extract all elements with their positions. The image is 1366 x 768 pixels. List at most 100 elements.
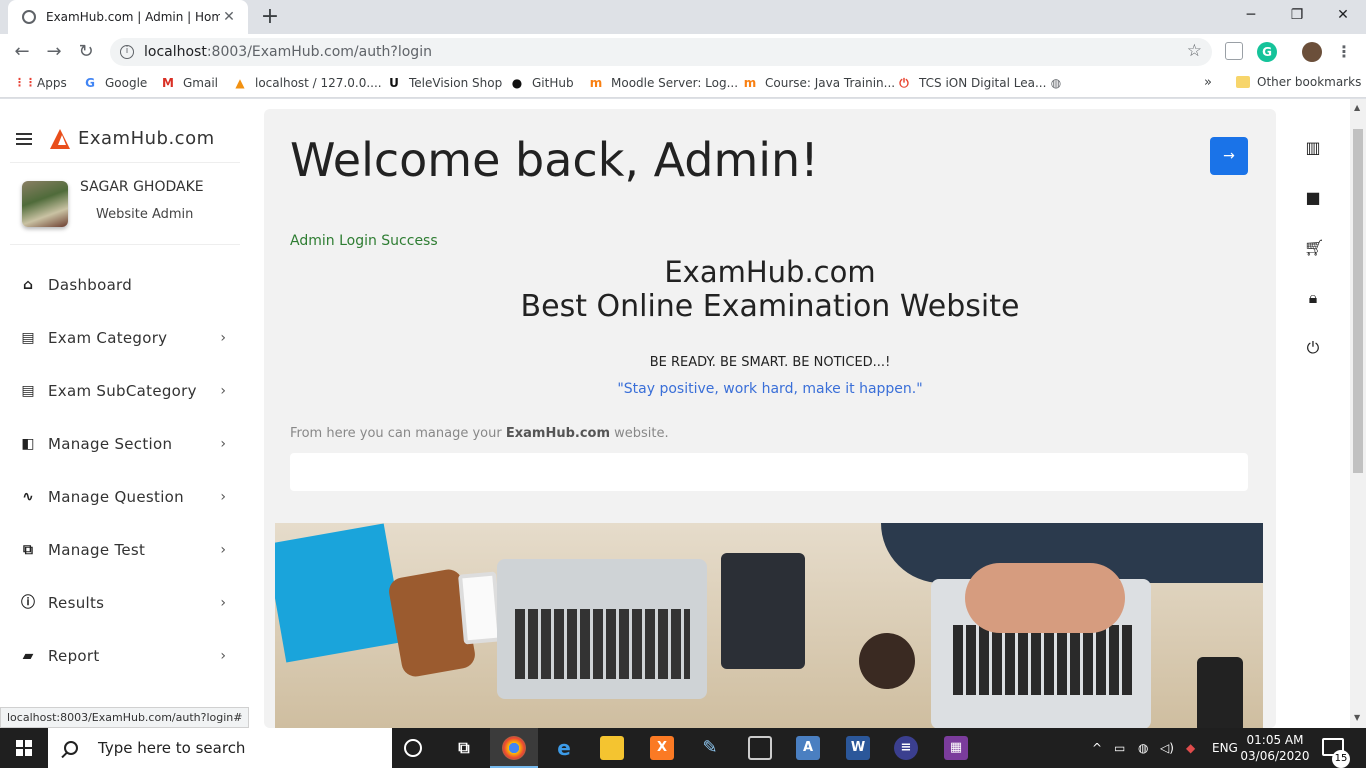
arrow-right-button[interactable]: → — [1210, 137, 1248, 175]
reload-button[interactable]: ↻ — [74, 40, 98, 64]
chevron-right-icon: › — [220, 542, 226, 558]
sidebar-item-manage-question[interactable]: ∿ Manage Question › — [10, 477, 240, 517]
forward-button[interactable]: → — [42, 40, 66, 64]
sidebar-item-exam-subcategory[interactable]: ▤ Exam SubCategory › — [10, 371, 240, 411]
sidebar-item-dashboard[interactable]: ⌂ Dashboard — [10, 265, 240, 305]
brand-header: ExamHub.com — [10, 115, 240, 163]
report-icon: ▰ — [22, 648, 34, 664]
question-icon: ∿ — [22, 489, 34, 505]
show-hidden-icons[interactable]: ^ — [1092, 728, 1102, 768]
cart-icon[interactable]: 🛒︎ — [1304, 239, 1324, 257]
game-icon[interactable]: ▦ — [944, 736, 968, 760]
sidebar-item-results[interactable]: ⓘ Results › — [10, 583, 240, 623]
bookmark-localhost[interactable]: ▲ localhost / 127.0.0.... — [232, 75, 382, 91]
globe-icon — [22, 10, 36, 24]
bookmark-apps[interactable]: ⋮⋮ Apps — [14, 75, 67, 91]
status-bar-url: localhost:8003/ExamHub.com/auth?login# — [0, 707, 250, 728]
bookmark-gmail[interactable]: M Gmail — [160, 75, 218, 91]
grammarly-icon[interactable]: G — [1257, 42, 1277, 62]
page-scrollbar[interactable]: ▲ ▼ — [1350, 99, 1366, 728]
manage-note-suffix: website. — [610, 426, 669, 441]
browser-tab-strip: ExamHub.com | Admin | Home ✕ + ─ ❐ ✕ — [0, 0, 1366, 34]
sidebar-item-manage-section[interactable]: ◧ Manage Section › — [10, 424, 240, 464]
power-icon[interactable]: ⏻ — [1304, 339, 1322, 357]
taskbar-search[interactable]: Type here to search — [48, 728, 392, 768]
xampp-icon[interactable]: X — [650, 736, 674, 760]
chevron-right-icon: › — [220, 383, 226, 399]
menu-kebab-icon[interactable]: ⋮ — [1334, 42, 1354, 62]
folder-icon[interactable]: ■ — [1304, 189, 1322, 207]
battery-icon[interactable]: ▭ — [1114, 728, 1125, 768]
hamburger-menu-icon[interactable] — [16, 130, 32, 148]
scroll-up-icon[interactable]: ▲ — [1354, 103, 1360, 112]
sidebar-item-manage-test[interactable]: ⧉ Manage Test › — [10, 530, 240, 570]
bookmark-moodle-server[interactable]: m Moodle Server: Log... — [588, 75, 738, 91]
browser-tab[interactable]: ExamHub.com | Admin | Home ✕ — [8, 0, 248, 34]
bar-chart-icon[interactable]: ▥ — [1304, 139, 1322, 157]
web-page: ExamHub.com SAGAR GHODAKE Website Admin … — [0, 99, 1350, 728]
bookmark-label: TCS iON Digital Lea... — [919, 76, 1047, 90]
app-window-icon[interactable] — [748, 736, 772, 760]
section-icon: ◧ — [21, 436, 35, 452]
chevron-right-icon: › — [220, 489, 226, 505]
other-bookmarks[interactable]: Other bookmarks — [1236, 75, 1361, 89]
start-button[interactable] — [0, 728, 48, 768]
word-icon[interactable]: W — [846, 736, 870, 760]
brand-name[interactable]: ExamHub.com — [78, 128, 215, 149]
bookmark-java-training[interactable]: m Course: Java Trainin... — [742, 75, 895, 91]
windows-icon — [16, 740, 32, 756]
close-window-button[interactable]: ✕ — [1320, 0, 1366, 30]
apps-grid-icon: ⋮⋮ — [14, 76, 36, 89]
back-button[interactable]: ← — [10, 40, 34, 64]
network-icon[interactable]: ◍ — [1138, 728, 1148, 768]
bookmark-television-shop[interactable]: U TeleVision Shop — [386, 75, 502, 91]
sidebar: ExamHub.com SAGAR GHODAKE Website Admin … — [0, 99, 252, 728]
restore-button[interactable]: ❐ — [1274, 0, 1320, 30]
chrome-icon[interactable] — [502, 736, 526, 760]
taskbar-clock[interactable]: 01:05 AM 03/06/2020 — [1240, 732, 1310, 764]
photos-icon[interactable]: A — [796, 736, 820, 760]
bookmark-star-icon[interactable]: ☆ — [1187, 41, 1202, 61]
bookmark-label: Course: Java Trainin... — [765, 76, 896, 90]
bookmark-globe[interactable]: ◍ — [1048, 75, 1071, 91]
file-explorer-icon[interactable] — [600, 736, 624, 760]
edge-icon[interactable]: e — [552, 736, 576, 760]
chevron-right-icon: › — [220, 330, 226, 346]
sidebar-item-label: Manage Section — [48, 435, 173, 453]
close-tab-icon[interactable]: ✕ — [220, 9, 238, 25]
url-path: :8003/ExamHub.com/auth?login — [206, 44, 432, 60]
address-bar[interactable]: i localhost :8003/ExamHub.com/auth?login… — [110, 38, 1212, 66]
more-bookmarks-button[interactable]: » — [1204, 75, 1212, 90]
language-indicator[interactable]: ENG — [1212, 728, 1238, 768]
task-view-icon[interactable]: ⧉ — [452, 736, 476, 760]
gmail-icon: M — [162, 76, 174, 90]
tab-title: ExamHub.com | Admin | Home — [46, 10, 220, 24]
bookmark-label: Google — [105, 76, 148, 90]
volume-icon[interactable]: ◁) — [1160, 728, 1174, 768]
scroll-down-icon[interactable]: ▼ — [1354, 713, 1360, 722]
new-tab-button[interactable]: + — [258, 5, 282, 29]
security-icon[interactable]: ◆ — [1186, 728, 1195, 768]
sidebar-item-exam-category[interactable]: ▤ Exam Category › — [10, 318, 240, 358]
scroll-thumb[interactable] — [1353, 129, 1363, 473]
profile-avatar-icon[interactable] — [1302, 42, 1322, 62]
bookmark-tcs-ion[interactable]: ⏻ TCS iON Digital Lea... — [896, 75, 1046, 91]
cortana-icon[interactable] — [404, 739, 422, 757]
lock-icon[interactable]: 🔒︎ — [1304, 289, 1322, 307]
bookmark-label: localhost / 127.0.0.... — [255, 76, 382, 90]
chevron-right-icon: › — [220, 595, 226, 611]
bookmark-github[interactable]: ● GitHub — [509, 75, 574, 91]
sidebar-item-report[interactable]: ▰ Report › — [10, 636, 240, 676]
extension-icon[interactable] — [1225, 42, 1243, 60]
minimize-button[interactable]: ─ — [1228, 0, 1274, 30]
eclipse-icon[interactable]: ≡ — [894, 736, 918, 760]
bookmark-label: GitHub — [532, 76, 574, 90]
sidebar-item-label: Exam Category — [48, 329, 168, 347]
paint-icon[interactable]: ✎ — [698, 736, 722, 760]
search-icon — [64, 741, 78, 755]
bookmark-google[interactable]: G Google — [82, 75, 147, 91]
site-info-icon[interactable]: i — [120, 45, 134, 59]
bookmark-label: Apps — [37, 76, 67, 90]
clock-date: 03/06/2020 — [1240, 749, 1310, 763]
sidebar-item-label: Report — [48, 647, 100, 665]
